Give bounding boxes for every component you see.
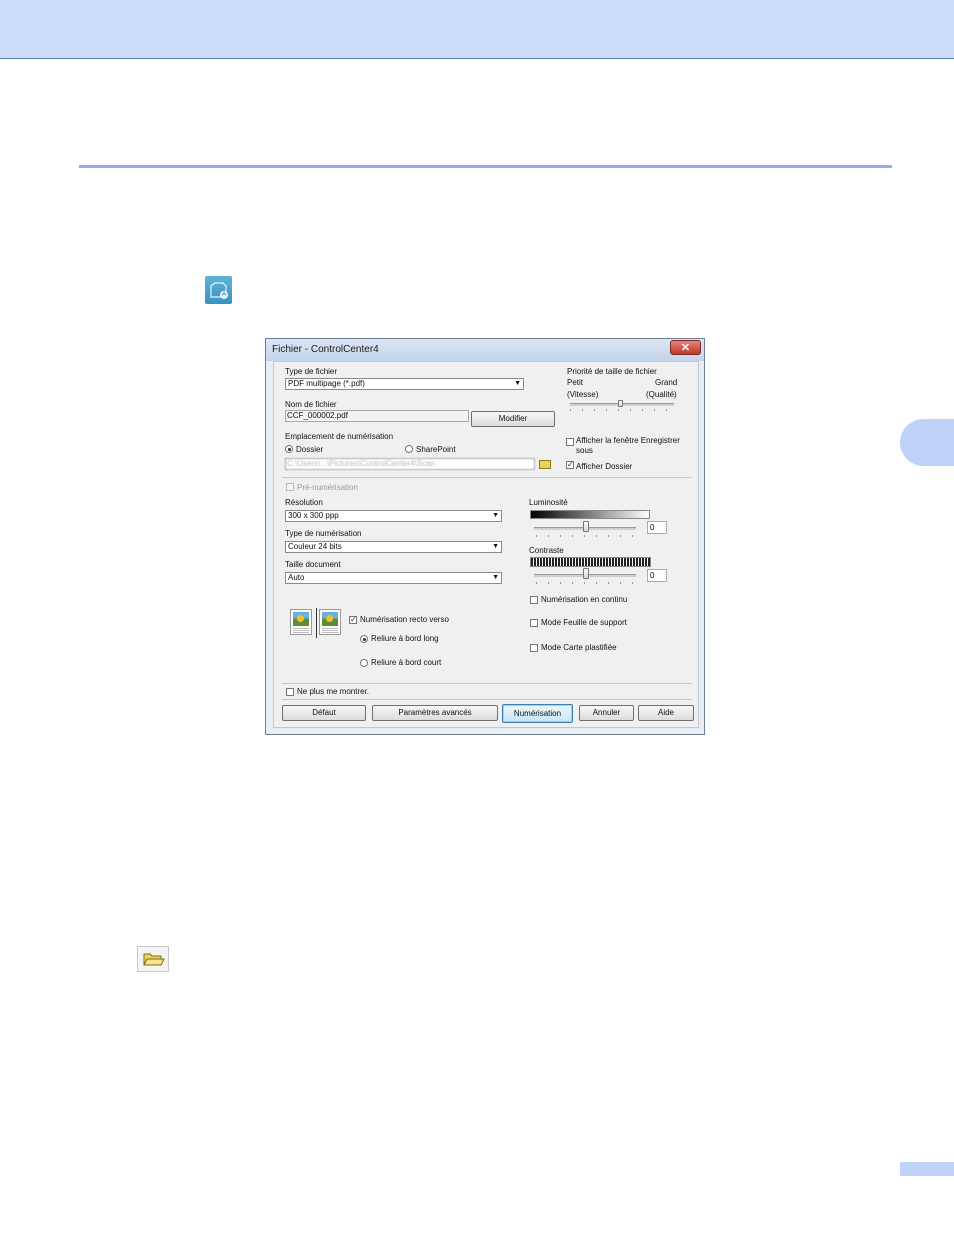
chevron-down-icon: ▼ — [492, 574, 499, 581]
page-number-tab — [900, 1162, 954, 1176]
brightness-input[interactable]: 0 — [647, 521, 667, 534]
brightness-gradient — [530, 510, 650, 519]
folder-radio-label: Dossier — [296, 445, 324, 454]
section-rule — [79, 165, 892, 168]
scan-location-label: Emplacement de numérisation — [285, 432, 394, 441]
file-type-label: Type de fichier — [285, 367, 338, 376]
binding-edge — [316, 608, 317, 638]
default-button[interactable]: Défaut — [282, 705, 366, 721]
long-edge-label: Reliure à bord long — [371, 634, 439, 643]
carrier-sheet-label: Mode Feuille de support — [541, 618, 627, 627]
short-edge-label: Reliure à bord court — [371, 658, 442, 667]
resolution-select[interactable]: 300 x 300 ppp ▼ — [285, 510, 502, 522]
scan-path-field[interactable]: C:\Users\...\Pictures\ControlCenter4\Sca… — [285, 458, 535, 470]
sharepoint-radio[interactable] — [405, 445, 413, 453]
doc-size-label: Taille document — [285, 560, 341, 569]
close-button[interactable]: ✕ — [670, 340, 701, 355]
advanced-settings-button[interactable]: Paramètres avancés — [372, 705, 498, 721]
size-priority-slider[interactable] — [618, 400, 623, 407]
brightness-ticks — [536, 535, 636, 537]
scan-type-label: Type de numérisation — [285, 529, 362, 538]
size-small-sub: (Vitesse) — [567, 390, 599, 399]
folder-browse-icon[interactable] — [539, 460, 551, 469]
duplex-label: Numérisation recto verso — [360, 615, 449, 624]
duplex-page-front — [290, 609, 312, 635]
contrast-label: Contraste — [529, 546, 564, 555]
cancel-button[interactable]: Annuler — [579, 705, 634, 721]
brightness-label: Luminosité — [529, 498, 568, 507]
contrast-slider[interactable] — [583, 568, 589, 579]
duplex-checkbox[interactable]: ✓ — [349, 616, 357, 624]
size-priority-label: Priorité de taille de fichier — [567, 367, 657, 376]
continuous-scan-checkbox[interactable] — [530, 596, 538, 604]
short-edge-radio[interactable] — [360, 659, 368, 667]
dialog-client-area: Type de fichier PDF multipage (*.pdf) ▼ P… — [273, 361, 699, 728]
long-edge-radio[interactable] — [360, 635, 368, 643]
duplex-illustration — [288, 606, 345, 640]
show-folder-checkbox[interactable]: ✓ — [566, 461, 574, 469]
chevron-down-icon: ▼ — [492, 543, 499, 550]
scan-button[interactable]: Numérisation — [502, 704, 573, 723]
scan-to-file-icon — [205, 276, 232, 304]
scan-type-value: Couleur 24 bits — [288, 542, 342, 551]
continuous-scan-label: Numérisation en continu — [541, 595, 628, 604]
size-large-sub: (Qualité) — [646, 390, 677, 399]
chevron-down-icon: ▼ — [514, 380, 521, 387]
separator — [282, 699, 692, 700]
carrier-sheet-checkbox[interactable] — [530, 619, 538, 627]
page-header-band — [0, 0, 954, 59]
dont-show-label: Ne plus me montrer. — [297, 687, 370, 696]
dialog-titlebar: Fichier - ControlCenter4 ✕ — [266, 339, 704, 361]
duplex-page-back — [319, 609, 341, 635]
controlcenter4-file-dialog: Fichier - ControlCenter4 ✕ Type de fichi… — [265, 338, 705, 735]
resolution-value: 300 x 300 ppp — [288, 511, 339, 520]
modify-button[interactable]: Modifier — [471, 411, 555, 427]
size-priority-ticks — [570, 409, 674, 411]
save-as-window-checkbox[interactable] — [566, 438, 574, 446]
separator — [282, 683, 692, 684]
chevron-down-icon: ▼ — [492, 512, 499, 519]
brightness-slider[interactable] — [583, 521, 589, 532]
show-folder-label: Afficher Dossier — [576, 462, 633, 471]
folder-radio[interactable] — [285, 445, 293, 453]
folder-open-icon — [137, 946, 169, 972]
doc-size-select[interactable]: Auto ▼ — [285, 572, 502, 584]
contrast-input[interactable]: 0 — [647, 569, 667, 582]
contrast-ticks — [536, 582, 636, 584]
prescan-checkbox[interactable] — [286, 483, 294, 491]
prescan-label: Pré-numérisation — [297, 483, 358, 492]
plastic-card-label: Mode Carte plastifiée — [541, 643, 617, 652]
size-large-label: Grand — [655, 378, 678, 387]
contrast-gradient — [530, 557, 651, 567]
plastic-card-checkbox[interactable] — [530, 644, 538, 652]
help-button[interactable]: Aide — [638, 705, 694, 721]
file-name-label: Nom de fichier — [285, 400, 337, 409]
size-small-label: Petit — [567, 378, 584, 387]
chapter-tab — [900, 419, 954, 466]
sharepoint-radio-label: SharePoint — [416, 445, 456, 454]
dont-show-checkbox[interactable] — [286, 688, 294, 696]
file-type-select[interactable]: PDF multipage (*.pdf) ▼ — [285, 378, 524, 390]
resolution-label: Résolution — [285, 498, 323, 507]
file-type-value: PDF multipage (*.pdf) — [288, 379, 365, 388]
file-name-field[interactable]: CCF_000002.pdf — [285, 410, 469, 422]
dialog-title: Fichier - ControlCenter4 — [272, 344, 379, 355]
separator — [282, 477, 692, 478]
scan-type-select[interactable]: Couleur 24 bits ▼ — [285, 541, 502, 553]
save-as-window-label: Afficher la fenêtre Enregistrer sous — [576, 436, 680, 455]
doc-size-value: Auto — [288, 573, 305, 582]
